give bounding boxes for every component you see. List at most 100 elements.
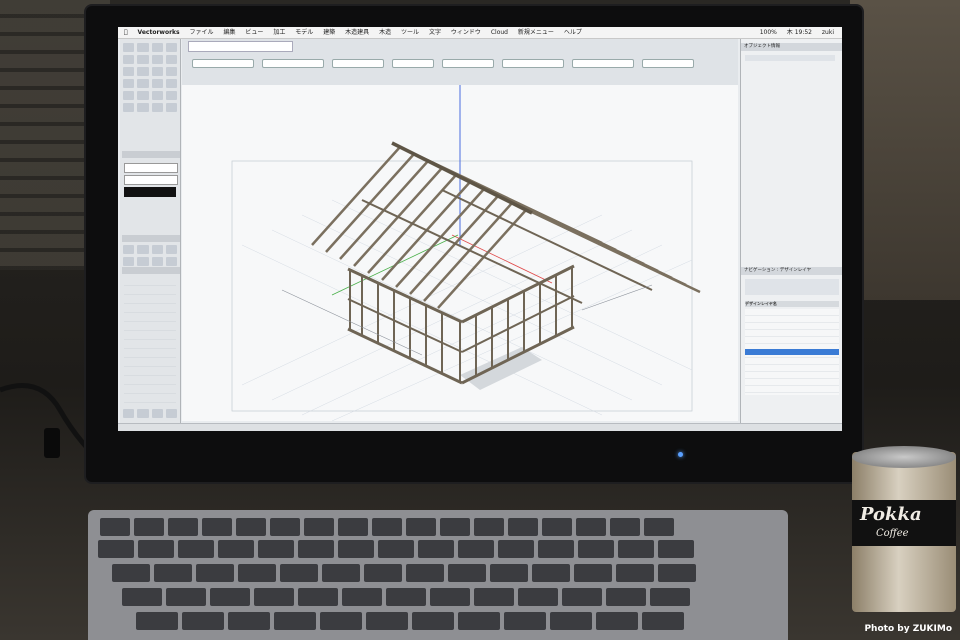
keyboard-key[interactable] (136, 612, 178, 630)
keyboard-key[interactable] (270, 518, 300, 536)
projection-select[interactable] (502, 59, 564, 68)
tool-button[interactable] (165, 67, 177, 76)
keyboard-key[interactable] (166, 588, 206, 606)
keyboard-key[interactable] (574, 564, 612, 582)
keyboard-key[interactable] (498, 540, 534, 558)
keyboard-key[interactable] (532, 564, 570, 582)
tool-button[interactable] (123, 43, 135, 52)
tool-button[interactable] (123, 103, 135, 112)
user-name[interactable]: zuki (818, 27, 838, 38)
keyboard-key[interactable] (406, 564, 444, 582)
keyboard-key[interactable] (406, 518, 436, 536)
keyboard-key[interactable] (618, 540, 654, 558)
keyboard-key[interactable] (254, 588, 294, 606)
keyboard-key[interactable] (218, 540, 254, 558)
keyboard-key[interactable] (182, 612, 224, 630)
tool-button[interactable] (151, 409, 163, 418)
keyboard-key[interactable] (342, 588, 382, 606)
keyboard-key[interactable] (508, 518, 538, 536)
menu-text[interactable]: 文字 (425, 27, 445, 38)
tool-button[interactable] (165, 43, 177, 52)
apple-icon[interactable]:  (120, 27, 132, 38)
keyboard-key[interactable] (562, 588, 602, 606)
tool-button[interactable] (151, 79, 163, 88)
tool-button[interactable] (151, 55, 163, 64)
tool-button[interactable] (165, 79, 177, 88)
keyboard-key[interactable] (576, 518, 606, 536)
snap-button[interactable] (151, 257, 163, 266)
menu-cloud[interactable]: Cloud (487, 27, 512, 38)
tool-button[interactable] (123, 55, 135, 64)
keyboard-key[interactable] (458, 540, 494, 558)
tool-button[interactable] (165, 55, 177, 64)
menu-file[interactable]: ファイル (186, 27, 218, 38)
keyboard-key[interactable] (366, 612, 408, 630)
keyboard-key[interactable] (490, 564, 528, 582)
snap-button[interactable] (137, 257, 149, 266)
class-select[interactable] (192, 59, 254, 68)
tool-button[interactable] (151, 43, 163, 52)
menu-modify[interactable]: 加工 (269, 27, 289, 38)
layer-row-selected[interactable] (745, 349, 839, 355)
layer-select[interactable] (262, 59, 324, 68)
toolset-list[interactable] (124, 277, 176, 407)
keyboard-key[interactable] (578, 540, 614, 558)
keyboard-key[interactable] (610, 518, 640, 536)
pen-field[interactable] (124, 175, 178, 185)
tool-button[interactable] (151, 103, 163, 112)
tool-button[interactable] (151, 67, 163, 76)
menu-wood[interactable]: 木造 (375, 27, 395, 38)
keyboard-key[interactable] (304, 518, 334, 536)
tool-button[interactable] (165, 103, 177, 112)
keyboard-key[interactable] (210, 588, 250, 606)
tool-button[interactable] (137, 67, 149, 76)
menu-help[interactable]: ヘルプ (560, 27, 586, 38)
pen-weight-swatch[interactable] (124, 187, 176, 197)
keyboard-key[interactable] (650, 588, 690, 606)
keyboard-key[interactable] (518, 588, 558, 606)
keyboard-key[interactable] (448, 564, 486, 582)
snap-button[interactable] (123, 245, 135, 254)
menu-wood-fixtures[interactable]: 木造建具 (341, 27, 373, 38)
keyboard-key[interactable] (320, 612, 362, 630)
light-select[interactable] (572, 59, 634, 68)
keyboard-key[interactable] (98, 540, 134, 558)
keyboard-key[interactable] (138, 540, 174, 558)
keyboard-key[interactable] (418, 540, 454, 558)
keyboard-key[interactable] (364, 564, 402, 582)
menu-window[interactable]: ウィンドウ (447, 27, 485, 38)
tool-button[interactable] (165, 91, 177, 100)
tool-button[interactable] (137, 79, 149, 88)
tool-button[interactable] (165, 409, 177, 418)
keyboard-key[interactable] (178, 540, 214, 558)
keyboard-key[interactable] (430, 588, 470, 606)
tool-button[interactable] (137, 103, 149, 112)
keyboard-key[interactable] (238, 564, 276, 582)
keyboard-key[interactable] (644, 518, 674, 536)
tool-button[interactable] (123, 79, 135, 88)
keyboard-key[interactable] (134, 518, 164, 536)
plane-select[interactable] (642, 59, 694, 68)
snap-button[interactable] (165, 245, 177, 254)
menu-edit[interactable]: 編集 (219, 27, 239, 38)
render-select[interactable] (442, 59, 494, 68)
view-select[interactable] (332, 59, 384, 68)
tool-button[interactable] (137, 43, 149, 52)
keyboard-key[interactable] (100, 518, 130, 536)
menu-new[interactable]: 新規メニュー (514, 27, 558, 38)
keyboard-key[interactable] (596, 612, 638, 630)
info-tabs[interactable] (745, 55, 835, 61)
menu-tools[interactable]: ツール (397, 27, 423, 38)
keyboard-key[interactable] (168, 518, 198, 536)
keyboard-key[interactable] (298, 588, 338, 606)
keyboard-key[interactable] (550, 612, 592, 630)
keyboard-key[interactable] (642, 612, 684, 630)
tool-button[interactable] (151, 91, 163, 100)
nav-filters[interactable] (745, 279, 839, 295)
keyboard-key[interactable] (274, 612, 316, 630)
keyboard-key[interactable] (122, 588, 162, 606)
keyboard-key[interactable] (338, 518, 368, 536)
tool-button[interactable] (123, 67, 135, 76)
keyboard-key[interactable] (338, 540, 374, 558)
keyboard-key[interactable] (298, 540, 334, 558)
